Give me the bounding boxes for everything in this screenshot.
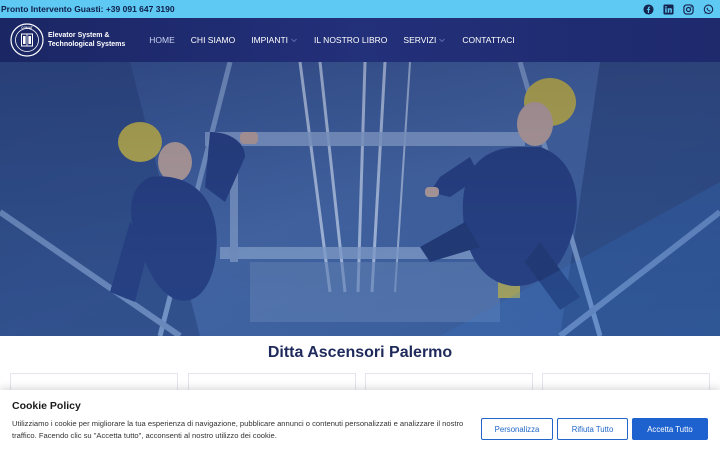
- main-header: COMAT Elevator System & Technological Sy…: [0, 18, 720, 62]
- cookie-banner: Cookie Policy Utilizziamo i cookie per m…: [0, 390, 720, 450]
- nav-item-contattaci[interactable]: CONTATTACI: [454, 30, 522, 50]
- chevron-down-icon: [291, 38, 297, 43]
- cookie-description: Utilizziamo i cookie per migliorare la t…: [12, 419, 464, 440]
- nav-item-impianti[interactable]: IMPIANTI: [243, 30, 306, 50]
- nav-item-home[interactable]: HOME: [141, 30, 183, 50]
- top-bar: Pronto Intervento Guasti: +39 091 647 31…: [0, 0, 720, 18]
- nav-item-label: HOME: [149, 35, 175, 45]
- customize-cookies-button[interactable]: Personalizza: [481, 418, 553, 440]
- chevron-down-icon: [439, 38, 446, 43]
- nav-item-label: CONTATTACI: [462, 35, 515, 45]
- whatsapp-icon[interactable]: [703, 4, 714, 15]
- site-logo[interactable]: COMAT Elevator System & Technological Sy…: [10, 23, 125, 57]
- nav-item-label: SERVIZI: [403, 35, 437, 45]
- logo-text-line2: Technological Systems: [48, 41, 126, 48]
- instagram-icon[interactable]: [683, 3, 694, 15]
- accept-all-cookies-button[interactable]: Accetta Tutto: [632, 418, 708, 440]
- cookie-title: Cookie Policy: [12, 400, 81, 412]
- nav-item-label: IMPIANTI: [251, 35, 289, 45]
- reject-all-cookies-button[interactable]: Rifiuta Tutto: [557, 418, 628, 440]
- hero-elevator-shaft-illustration: [0, 62, 720, 336]
- nav-item-servizi[interactable]: SERVIZI: [395, 30, 454, 50]
- social-links: [643, 3, 714, 15]
- nav-item-chi-siamo[interactable]: CHI SIAMO: [183, 30, 243, 50]
- nav-item-label: CHI SIAMO: [190, 35, 236, 45]
- logo-text-line1: Elevator System &: [48, 32, 110, 39]
- facebook-icon[interactable]: [643, 3, 654, 15]
- hero-image: [0, 62, 720, 336]
- nav-item-il-nostro-libro[interactable]: IL NOSTRO LIBRO: [306, 30, 395, 50]
- logo-seal-text: COMAT: [21, 26, 33, 30]
- nav-item-label: IL NOSTRO LIBRO: [314, 35, 388, 45]
- emergency-phone-text[interactable]: Pronto Intervento Guasti: +39 091 647 31…: [1, 4, 175, 14]
- page: Pronto Intervento Guasti: +39 091 647 31…: [0, 0, 720, 450]
- section-title: Ditta Ascensori Palermo: [267, 344, 453, 361]
- linkedin-icon[interactable]: [663, 3, 674, 15]
- main-nav: HOME CHI SIAMO IMPIANTI IL NOSTRO LIBRO …: [141, 30, 522, 50]
- logo-text: Elevator System & Technological Systems: [48, 31, 125, 49]
- logo-seal-icon: COMAT: [10, 23, 44, 57]
